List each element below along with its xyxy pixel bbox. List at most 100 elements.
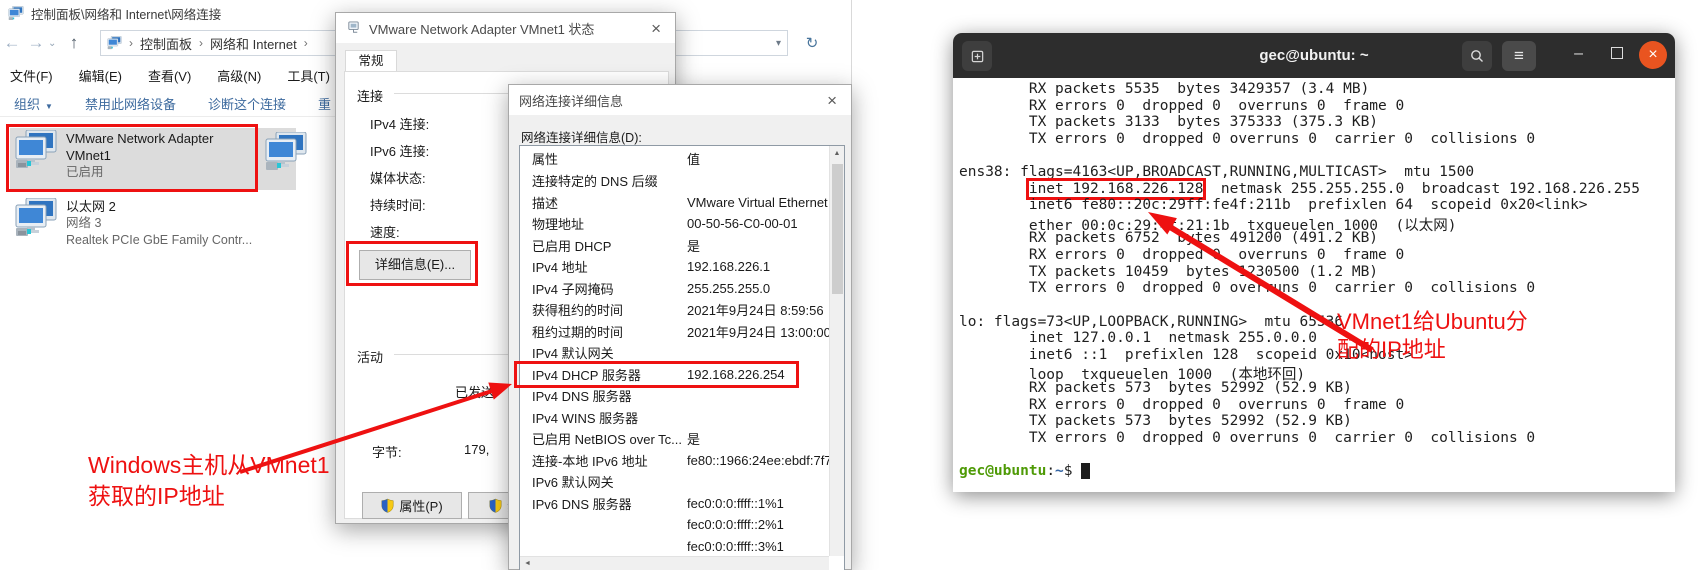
- terminal-line: RX packets 6752 bytes 491200 (491.2 KB): [959, 230, 1675, 247]
- toolbar-item[interactable]: 禁用此网络设备: [85, 94, 176, 113]
- refresh-icon[interactable]: ↻: [796, 30, 828, 56]
- search-button[interactable]: [1462, 41, 1492, 71]
- details-row[interactable]: 连接-本地 IPv6 地址fe80::1966:24ee:ebdf:7f76%6: [520, 450, 829, 472]
- menu-item[interactable]: 高级(N): [217, 66, 261, 85]
- terminal-lines: RX packets 5535 bytes 3429357 (3.4 MB) R…: [959, 81, 1675, 463]
- details-row[interactable]: IPv4 DHCP 服务器192.168.226.254: [520, 364, 829, 386]
- terminal-line: lo: flags=73<UP,LOOPBACK,RUNNING> mtu 65…: [959, 314, 1675, 331]
- up-icon[interactable]: ↑: [62, 33, 86, 53]
- toolbar-item[interactable]: 重: [318, 94, 331, 113]
- bytes-value: 179,: [464, 442, 489, 457]
- terminal-line: TX packets 573 bytes 52992 (52.9 KB): [959, 413, 1675, 430]
- terminal-line: TX errors 0 dropped 0 overruns 0 carrier…: [959, 280, 1675, 297]
- details-row[interactable]: IPv4 子网掩码255.255.255.0: [520, 278, 829, 300]
- section-activity-label: 活动: [357, 347, 383, 366]
- details-row[interactable]: 已启用 DHCP是: [520, 235, 829, 257]
- terminal-line: RX errors 0 dropped 0 overruns 0 frame 0: [959, 247, 1675, 264]
- terminal-line: RX packets 5535 bytes 3429357 (3.4 MB): [959, 81, 1675, 98]
- breadcrumb-network-internet[interactable]: 网络和 Internet: [210, 34, 297, 53]
- scroll-left-icon[interactable]: ◄: [520, 560, 531, 567]
- terminal-line: inet 127.0.0.1 netmask 255.0.0.0: [959, 330, 1675, 347]
- details-row[interactable]: IPv6 默认网关: [520, 471, 829, 493]
- annotation-ubuntu-ip: VMnet1给Ubuntu分 配的IP地址: [1337, 308, 1528, 364]
- terminal-line: ether 00:0c:29:4f:21:1b txqueuelen 1000 …: [959, 214, 1675, 231]
- network-adapter-icon: [14, 130, 58, 170]
- dialog-titlebar[interactable]: VMware Network Adapter VMnet1 状态 ×: [336, 13, 675, 43]
- details-row[interactable]: 描述VMware Virtual Ethernet Adapter for: [520, 192, 829, 214]
- details-row[interactable]: 获得租约的时间2021年9月24日 8:59:56: [520, 299, 829, 321]
- new-tab-icon: [970, 49, 985, 64]
- toolbar-item[interactable]: 诊断这个连接: [208, 94, 286, 113]
- terminal-line: loop txqueuelen 1000 (本地环回): [959, 363, 1675, 380]
- hamburger-menu-button[interactable]: ≡: [1502, 41, 1536, 71]
- back-icon[interactable]: ←: [0, 33, 24, 53]
- menu-item[interactable]: 查看(V): [148, 66, 191, 85]
- terminal-line: TX errors 0 dropped 0 overruns 0 carrier…: [959, 131, 1675, 148]
- history-dropdown-icon[interactable]: ⌄: [48, 38, 62, 49]
- chevron-down-icon: ▼: [45, 102, 53, 111]
- terminal-output[interactable]: RX packets 5535 bytes 3429357 (3.4 MB) R…: [953, 78, 1675, 492]
- uac-shield-icon: [381, 498, 394, 513]
- crumb-separator: ›: [301, 36, 311, 50]
- toolbar-item[interactable]: 组织▼: [14, 94, 53, 113]
- forward-icon[interactable]: →: [24, 33, 48, 53]
- window-title: 控制面板\网络和 Internet\网络连接: [31, 4, 221, 23]
- terminal-line: RX packets 573 bytes 52992 (52.9 KB): [959, 380, 1675, 397]
- close-icon[interactable]: ×: [647, 20, 665, 37]
- details-row[interactable]: 租约过期的时间2021年9月24日 13:00:00: [520, 321, 829, 343]
- details-row[interactable]: IPv6 DNS 服务器fec0:0:0:ffff::1%1: [520, 493, 829, 515]
- terminal-prompt[interactable]: gec@ubuntu:~$: [959, 463, 1675, 479]
- terminal-line: TX packets 3133 bytes 375333 (375.3 KB): [959, 114, 1675, 131]
- close-icon[interactable]: ×: [823, 92, 841, 109]
- details-row[interactable]: 连接特定的 DNS 后缀: [520, 170, 829, 192]
- details-listbox: 属性 值 连接特定的 DNS 后缀描述VMware Virtual Ethern…: [519, 145, 845, 570]
- connection-label: 持续时间:: [370, 195, 426, 214]
- section-connection-label: 连接: [357, 86, 383, 105]
- menu-item[interactable]: 编辑(E): [79, 66, 122, 85]
- vertical-scrollbar[interactable]: ▲: [829, 146, 844, 556]
- horizontal-scrollbar[interactable]: ◄: [520, 556, 829, 570]
- terminal-title: gec@ubuntu: ~: [953, 33, 1675, 78]
- tab-general[interactable]: 常规: [345, 50, 397, 72]
- adapter-network: 网络 3: [66, 215, 266, 232]
- scrollbar-thumb[interactable]: [832, 164, 843, 294]
- menu-item[interactable]: 文件(F): [10, 66, 53, 85]
- details-row[interactable]: 已启用 NetBIOS over Tc...是: [520, 428, 829, 450]
- details-row[interactable]: IPv4 DNS 服务器: [520, 385, 829, 407]
- dialog-titlebar[interactable]: 网络连接详细信息 ×: [509, 85, 851, 115]
- terminal-line: RX errors 0 dropped 0 overruns 0 frame 0: [959, 98, 1675, 115]
- details-row[interactable]: fec0:0:0:ffff::3%1: [520, 536, 829, 558]
- terminal-line: TX errors 0 dropped 0 overruns 0 carrier…: [959, 430, 1675, 447]
- properties-button[interactable]: 属性(P): [362, 492, 462, 519]
- adapter-device: Realtek PCIe GbE Family Contr...: [66, 232, 266, 249]
- scroll-up-icon[interactable]: ▲: [830, 146, 844, 157]
- connection-label: 媒体状态:: [370, 168, 426, 187]
- terminal-titlebar[interactable]: gec@ubuntu: ~ ≡ – ×: [953, 33, 1675, 78]
- address-dropdown-icon[interactable]: ▾: [776, 38, 781, 49]
- details-list-label: 网络连接详细信息(D):: [521, 127, 642, 146]
- search-icon: [1469, 48, 1485, 64]
- menu-item[interactable]: 工具(T): [287, 66, 330, 85]
- adapter-item-ethernet2[interactable]: 以太网 2 网络 3 Realtek PCIe GbE Family Contr…: [14, 198, 274, 249]
- details-row[interactable]: IPv4 默认网关: [520, 342, 829, 364]
- dialog-title: VMware Network Adapter VMnet1 状态: [369, 19, 594, 38]
- bytes-label: 字节:: [372, 442, 402, 461]
- terminal-line: RX errors 0 dropped 0 overruns 0 frame 0: [959, 397, 1675, 414]
- details-row[interactable]: IPv4 WINS 服务器: [520, 407, 829, 429]
- details-button[interactable]: 详细信息(E)...: [359, 250, 471, 280]
- details-row[interactable]: 物理地址00-50-56-C0-00-01: [520, 213, 829, 235]
- terminal-line: [959, 147, 1675, 164]
- breadcrumb-control-panel[interactable]: 控制面板: [140, 34, 192, 53]
- highlight-box-inet: inet 192.168.226.128: [1029, 181, 1204, 197]
- details-row[interactable]: IPv4 地址192.168.226.1: [520, 256, 829, 278]
- terminal-line: inet6 fe80::20c:29ff:fe4f:211b prefixlen…: [959, 197, 1675, 214]
- terminal-cursor: [1081, 463, 1090, 479]
- maximize-button[interactable]: [1611, 47, 1623, 59]
- details-row[interactable]: fec0:0:0:ffff::2%1: [520, 514, 829, 536]
- annotation-windows-host-ip: Windows主机从VMnet1 获取的IP地址: [88, 450, 330, 512]
- minimize-button[interactable]: –: [1574, 45, 1583, 63]
- close-button[interactable]: ×: [1639, 41, 1667, 69]
- details-header: 属性 值: [520, 146, 829, 170]
- adapter-item-vmnet1[interactable]: VMware Network Adapter VMnet1 已启用: [14, 130, 254, 181]
- new-tab-button[interactable]: [962, 41, 992, 71]
